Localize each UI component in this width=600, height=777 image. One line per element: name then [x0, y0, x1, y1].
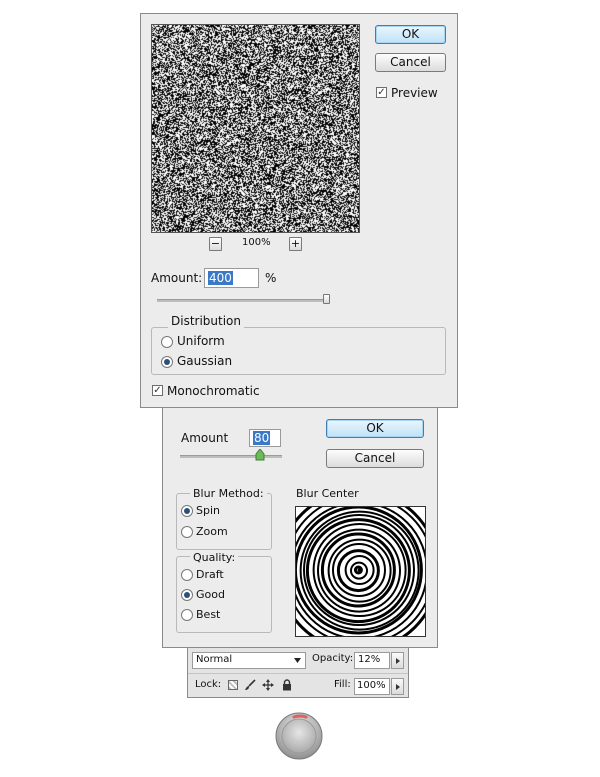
- blur-amount-slider-track[interactable]: [180, 455, 282, 458]
- fill-value: 100%: [357, 680, 386, 691]
- quality-label: Quality:: [190, 551, 239, 564]
- blur-center-preview[interactable]: [295, 506, 426, 637]
- amount-label: Amount:: [151, 271, 203, 285]
- radial-blur-dialog: Amount 80 OK Cancel Blur Method: Spin Zo…: [162, 408, 438, 648]
- opacity-arrow-button[interactable]: [391, 652, 404, 669]
- blur-amount-slider-thumb[interactable]: [255, 449, 265, 461]
- noise-preview-image: [152, 25, 359, 232]
- zoom-label: Zoom: [196, 525, 228, 538]
- chevron-right-icon: [396, 684, 400, 690]
- brush-icon[interactable]: [244, 679, 256, 691]
- opacity-label: Opacity:: [312, 653, 354, 664]
- good-radio[interactable]: [181, 589, 193, 601]
- layers-divider: [188, 673, 408, 674]
- opacity-input[interactable]: 12%: [354, 652, 390, 669]
- fill-arrow-button[interactable]: [391, 678, 404, 695]
- amount-slider-track[interactable]: [157, 299, 329, 302]
- chevron-right-icon: [396, 658, 400, 664]
- knob-icon: [275, 712, 323, 760]
- blur-method-group: [176, 493, 272, 550]
- blur-amount-input[interactable]: 80: [249, 429, 281, 447]
- lock-icon[interactable]: [282, 679, 292, 691]
- zoom-level: 100%: [242, 237, 271, 248]
- blur-cancel-button[interactable]: Cancel: [326, 449, 424, 468]
- blur-method-label: Blur Method:: [190, 487, 267, 500]
- fill-input[interactable]: 100%: [354, 678, 390, 695]
- blur-center-point: [357, 568, 361, 572]
- chevron-down-icon: [294, 658, 301, 663]
- blur-amount-label: Amount: [181, 431, 229, 445]
- gaussian-radio[interactable]: [161, 356, 173, 368]
- blur-ok-button[interactable]: OK: [326, 419, 424, 438]
- zoom-radio[interactable]: [181, 526, 193, 538]
- noise-preview-frame[interactable]: [151, 24, 360, 233]
- blend-mode-select[interactable]: Normal: [192, 652, 306, 669]
- lock-label: Lock:: [195, 679, 222, 690]
- blend-mode-value: Normal: [196, 654, 233, 665]
- gaussian-label: Gaussian: [177, 354, 233, 368]
- spin-radio[interactable]: [181, 505, 193, 517]
- blur-center-rings: [296, 507, 425, 636]
- amount-value: 400: [208, 271, 233, 285]
- add-noise-dialog: OK Cancel ✓ Preview − 100% + Amount: 400…: [140, 13, 458, 408]
- layers-options-bar: Normal Opacity: 12% Lock: Fill: 100%: [187, 648, 409, 698]
- fill-label: Fill:: [334, 679, 351, 690]
- preview-checkbox[interactable]: ✓: [376, 87, 387, 98]
- preview-label: Preview: [391, 86, 438, 100]
- zoom-in-button[interactable]: +: [289, 237, 302, 251]
- distribution-label: Distribution: [168, 314, 245, 328]
- draft-radio[interactable]: [181, 569, 193, 581]
- cancel-button[interactable]: Cancel: [375, 53, 446, 72]
- ok-button[interactable]: OK: [375, 25, 446, 44]
- monochromatic-label: Monochromatic: [167, 384, 260, 398]
- zoom-out-button[interactable]: −: [209, 237, 222, 251]
- uniform-radio[interactable]: [161, 336, 173, 348]
- blur-amount-value: 80: [253, 431, 271, 445]
- opacity-value: 12%: [358, 654, 381, 665]
- best-radio[interactable]: [181, 609, 193, 621]
- spin-label: Spin: [196, 504, 220, 517]
- amount-input[interactable]: 400: [204, 268, 259, 288]
- amount-unit: %: [265, 271, 277, 285]
- monochromatic-checkbox[interactable]: ✓: [152, 385, 163, 396]
- lock-transparent-pixels-icon[interactable]: [228, 680, 238, 690]
- blur-center-label: Blur Center: [296, 487, 359, 500]
- uniform-label: Uniform: [177, 334, 225, 348]
- amount-slider-thumb[interactable]: [323, 294, 330, 304]
- draft-label: Draft: [196, 568, 224, 581]
- good-label: Good: [196, 588, 225, 601]
- move-icon[interactable]: [262, 679, 274, 691]
- best-label: Best: [196, 608, 221, 621]
